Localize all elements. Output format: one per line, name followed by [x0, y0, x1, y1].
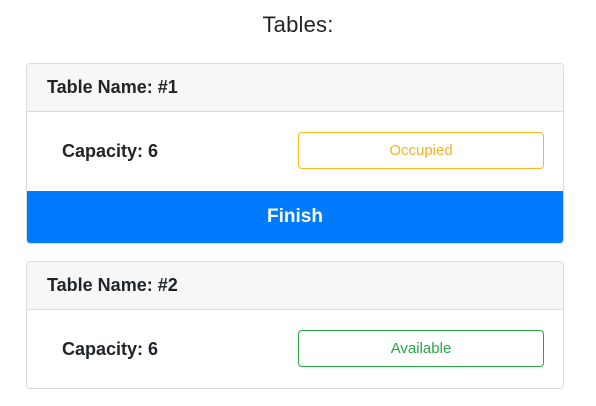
table-card-body: Capacity: 6 Occupied	[27, 112, 563, 191]
page-title: Tables:	[262, 12, 334, 37]
tables-page: Tables: Table Name: #1 Capacity: 6 Occup…	[0, 0, 596, 406]
table-card: Table Name: #1 Capacity: 6 Occupied Fini…	[26, 63, 564, 244]
table-name-label: Table Name: #2	[47, 275, 178, 295]
table-card-body: Capacity: 6 Available	[27, 310, 563, 388]
finish-button[interactable]: Finish	[27, 191, 563, 243]
table-name-header: Table Name: #2	[27, 262, 563, 310]
capacity-label: Capacity: 6	[62, 338, 159, 359]
occupied-status-button[interactable]: Occupied	[298, 132, 544, 169]
table-card: Table Name: #2 Capacity: 6 Available	[26, 261, 564, 389]
capacity-label: Capacity: 6	[62, 141, 159, 161]
available-status-button[interactable]: Available	[298, 330, 544, 367]
table-name-label: Table Name: #1	[47, 77, 178, 97]
table-name-header: Table Name: #1	[27, 64, 563, 112]
